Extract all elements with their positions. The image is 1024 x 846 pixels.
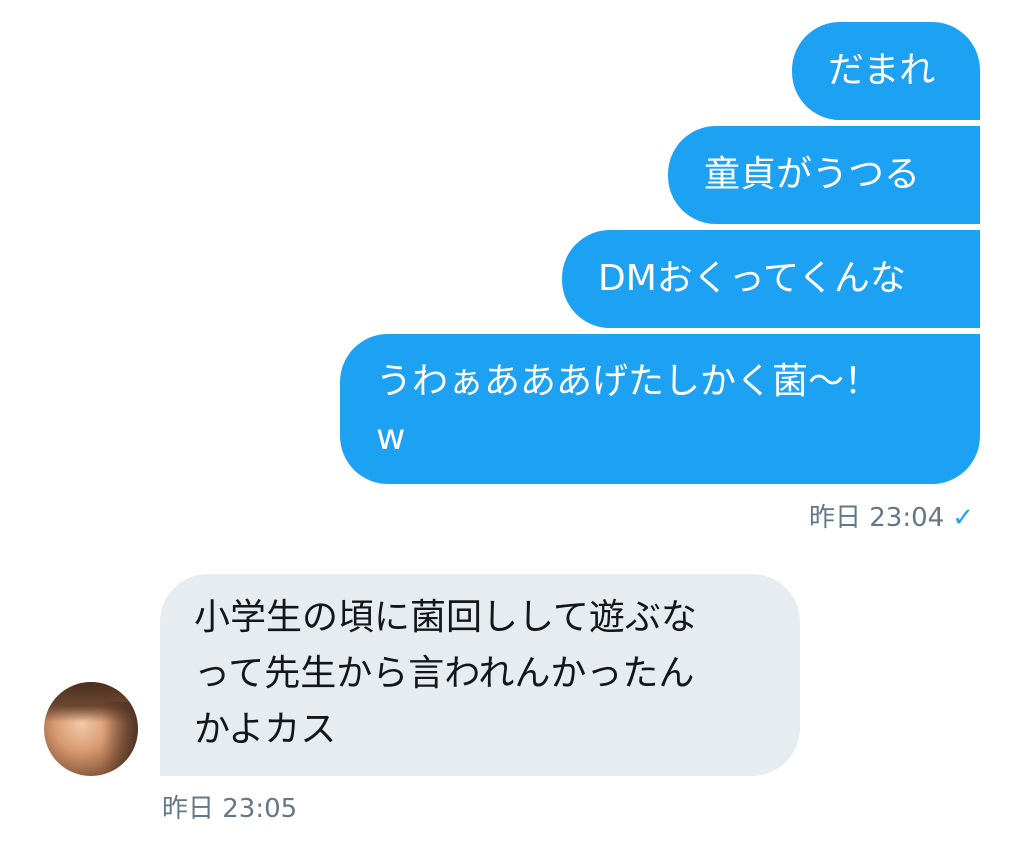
sent-message-bubble[interactable]: 童貞がうつる xyxy=(668,126,980,224)
sent-message-bubble[interactable]: だまれ xyxy=(792,22,980,120)
sent-message-meta: 昨日 23:04 ✓ xyxy=(809,502,974,534)
received-message-bubble[interactable]: 小学生の頃に菌回しして遊ぶな って先生から言われんかったん かよカス xyxy=(160,574,800,776)
sent-timestamp: 昨日 23:04 xyxy=(809,503,945,533)
sent-message-bubble[interactable]: DMおくってくんな xyxy=(562,230,980,328)
sent-message-bubble[interactable]: うわぁあああげたしかく菌〜！ w xyxy=(340,334,980,484)
user-avatar[interactable] xyxy=(44,682,138,776)
avatar-shade-shape xyxy=(102,702,138,776)
read-check-icon: ✓ xyxy=(952,503,974,533)
received-timestamp: 昨日 23:05 xyxy=(162,794,298,824)
